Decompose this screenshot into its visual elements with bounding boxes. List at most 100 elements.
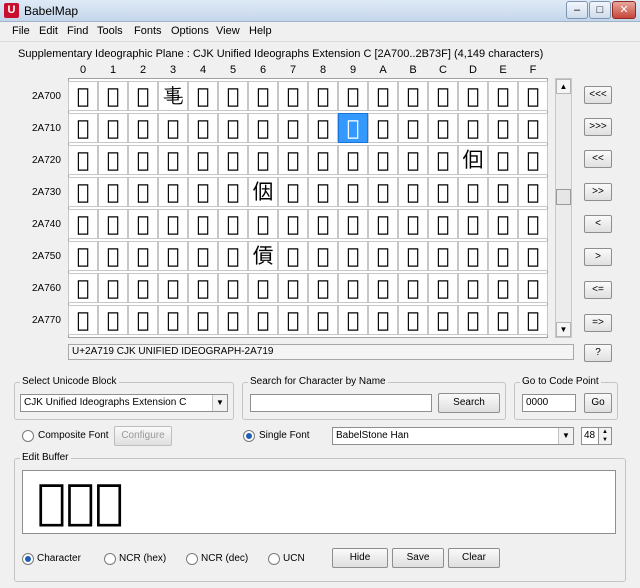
char-cell[interactable]: 𪜌 — [428, 81, 458, 111]
char-cell[interactable]: 𪜠 — [68, 145, 98, 175]
character-grid[interactable]: 𪜀𪜁𪜂𪜃𪜄𪜅𪜆𪜇𪜈𪜉𪜊𪜋𪜌𪜍𪜎𪜏 𪜐𪜑𪜒𪜓𪜔𪜕𪜖𪜗𪜘𪜙𪜚𪜛𪜜𪜝𪜞𪜟 𪜠𪜡𪜢𪜣𪜤𪜥𪜦𪜧… — [68, 78, 548, 338]
char-cell[interactable]: 𪜟 — [518, 113, 548, 143]
char-cell[interactable]: 𪜛 — [398, 113, 428, 143]
char-cell[interactable]: 𪜏 — [518, 81, 548, 111]
char-cell[interactable]: 𪜑 — [98, 113, 128, 143]
char-cell[interactable]: 𪜼 — [428, 177, 458, 207]
char-cell[interactable]: 𪝨 — [308, 273, 338, 303]
char-cell[interactable]: 𪝓 — [158, 241, 188, 271]
char-cell[interactable]: 𪜳 — [158, 177, 188, 207]
char-cell[interactable]: 𪝩 — [338, 273, 368, 303]
scroll-thumb[interactable] — [556, 189, 571, 205]
char-cell[interactable]: 𪝃 — [158, 209, 188, 239]
char-cell[interactable]: 𪝠 — [68, 273, 98, 303]
char-cell[interactable]: 𪝘 — [308, 241, 338, 271]
char-cell[interactable]: 𪝕 — [218, 241, 248, 271]
menu-options[interactable]: Options — [171, 25, 209, 37]
char-cell[interactable]: 𪜪 — [368, 145, 398, 175]
char-cell[interactable]: 𪝸 — [308, 305, 338, 335]
char-cell[interactable]: 𪝵 — [218, 305, 248, 335]
char-cell[interactable]: 𪜬 — [428, 145, 458, 175]
char-cell[interactable]: 𪝛 — [398, 241, 428, 271]
char-cell[interactable]: 𪝑 — [98, 241, 128, 271]
clear-button[interactable]: Clear — [448, 548, 500, 568]
char-cell[interactable]: 𪜕 — [218, 113, 248, 143]
maximize-button[interactable]: □ — [589, 1, 611, 19]
minimize-button[interactable]: – — [566, 1, 588, 19]
char-cell[interactable]: 𪝽 — [458, 305, 488, 335]
char-cell[interactable]: 𪝶 — [248, 305, 278, 335]
char-cell[interactable]: 𪝯 — [518, 273, 548, 303]
char-cell[interactable]: 𪝞 — [488, 241, 518, 271]
char-cell[interactable]: 𪝤 — [188, 273, 218, 303]
char-cell[interactable]: 𪝚 — [368, 241, 398, 271]
char-cell[interactable]: 𪜺 — [368, 177, 398, 207]
char-cell[interactable]: 𪜀 — [68, 81, 98, 111]
font-size-input[interactable]: 48 — [581, 427, 599, 445]
scroll-up-icon[interactable]: ▲ — [556, 79, 571, 94]
char-cell[interactable]: 𪜘 — [308, 113, 338, 143]
char-cell[interactable]: 𪜱 — [98, 177, 128, 207]
char-cell[interactable]: 𪝂 — [128, 209, 158, 239]
char-cell[interactable]: 𪝢 — [128, 273, 158, 303]
char-cell[interactable]: 𪜹 — [338, 177, 368, 207]
ucn-radio[interactable] — [268, 553, 280, 565]
menu-file[interactable]: File — [12, 25, 30, 37]
char-cell[interactable]: 𪝋 — [398, 209, 428, 239]
search-input[interactable] — [250, 394, 432, 412]
char-cell[interactable]: 𪝝 — [458, 241, 488, 271]
nav-prev-page-button[interactable]: < — [584, 215, 612, 233]
char-cell[interactable]: 𪝉 — [338, 209, 368, 239]
ncr-dec-radio[interactable] — [186, 553, 198, 565]
char-cell[interactable]: 𪜜 — [428, 113, 458, 143]
char-cell[interactable]: 𪜃 — [158, 81, 188, 111]
char-cell[interactable]: 𪝰 — [68, 305, 98, 335]
char-cell[interactable]: 𪝦 — [248, 273, 278, 303]
char-cell[interactable]: 𪜒 — [128, 113, 158, 143]
char-cell[interactable]: 𪜧 — [278, 145, 308, 175]
char-cell[interactable]: 𪝔 — [188, 241, 218, 271]
character-mode-radio[interactable] — [22, 553, 34, 565]
grid-scrollbar[interactable]: ▲ ▼ — [555, 78, 572, 338]
char-cell[interactable]: 𪜍 — [458, 81, 488, 111]
nav-prev-char-button[interactable]: <= — [584, 281, 612, 299]
menu-view[interactable]: View — [216, 25, 240, 37]
char-cell[interactable]: 𪜦 — [248, 145, 278, 175]
char-cell[interactable]: 𪜞 — [488, 113, 518, 143]
char-cell[interactable]: 𪝈 — [308, 209, 338, 239]
char-cell[interactable]: 𪜇 — [278, 81, 308, 111]
menu-fonts[interactable]: Fonts — [134, 25, 162, 37]
char-cell[interactable]: 𪝆 — [248, 209, 278, 239]
char-cell[interactable]: 𪝒 — [128, 241, 158, 271]
char-cell[interactable]: 𪜿 — [518, 177, 548, 207]
char-cell[interactable]: 𪝗 — [278, 241, 308, 271]
char-cell[interactable]: 𪝷 — [278, 305, 308, 335]
font-select[interactable]: BabelStone Han ▼ — [332, 427, 574, 445]
char-cell[interactable]: 𪜚 — [368, 113, 398, 143]
char-cell[interactable]: 𪝮 — [488, 273, 518, 303]
char-cell[interactable]: 𪜯 — [518, 145, 548, 175]
char-cell[interactable]: 𪜨 — [308, 145, 338, 175]
char-cell[interactable]: 𪜊 — [368, 81, 398, 111]
char-cell[interactable]: 𪝱 — [98, 305, 128, 335]
char-cell[interactable]: 𪝿 — [518, 305, 548, 335]
char-cell[interactable]: 𪜝 — [458, 113, 488, 143]
char-cell[interactable]: 𪝅 — [218, 209, 248, 239]
menu-help[interactable]: Help — [249, 25, 272, 37]
menu-edit[interactable]: Edit — [39, 25, 58, 37]
char-cell[interactable]: 𪜥 — [218, 145, 248, 175]
nav-next-char-button[interactable]: => — [584, 314, 612, 332]
char-cell[interactable]: 𪝌 — [428, 209, 458, 239]
char-cell[interactable]: 𪝇 — [278, 209, 308, 239]
char-cell[interactable]: 𪝹 — [338, 305, 368, 335]
char-cell[interactable]: 𪜆 — [248, 81, 278, 111]
char-cell[interactable]: 𪝺 — [368, 305, 398, 335]
char-cell[interactable]: 𪝎 — [488, 209, 518, 239]
char-cell[interactable]: 𪝍 — [458, 209, 488, 239]
char-cell[interactable]: 𪝥 — [218, 273, 248, 303]
nav-prev-block-button[interactable]: << — [584, 150, 612, 168]
font-size-spinner[interactable]: ▲ ▼ — [598, 427, 612, 445]
char-cell[interactable]: 𪜂 — [128, 81, 158, 111]
ncr-hex-radio[interactable] — [104, 553, 116, 565]
menu-tools[interactable]: Tools — [97, 25, 123, 37]
